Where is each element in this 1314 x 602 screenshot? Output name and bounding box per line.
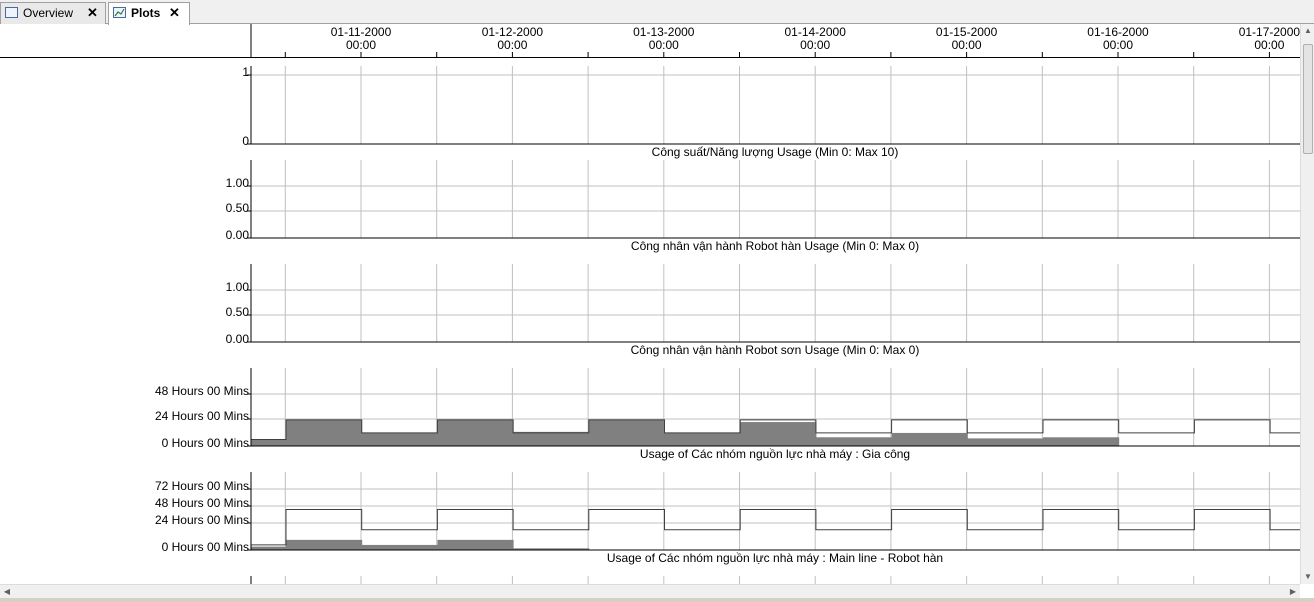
usage-bar bbox=[815, 437, 893, 446]
usage-bar bbox=[967, 438, 1044, 446]
usage-bar bbox=[361, 544, 438, 550]
y-tick-label: 0 Hours 00 Mins bbox=[161, 540, 249, 554]
plot-title: Công nhân vận hành Robot sơn Usage (Min … bbox=[630, 343, 920, 357]
horizontal-scrollbar[interactable]: ◀ ▶ bbox=[0, 584, 1300, 598]
scroll-right-icon[interactable]: ▶ bbox=[1286, 585, 1300, 599]
usage-bar bbox=[437, 539, 514, 550]
close-icon[interactable]: ✕ bbox=[169, 3, 180, 23]
plot-title: Công nhân vận hành Robot hàn Usage (Min … bbox=[630, 239, 920, 253]
y-tick-label: 1.00 bbox=[225, 280, 249, 294]
close-icon[interactable]: ✕ bbox=[87, 3, 98, 23]
usage-bar bbox=[286, 419, 363, 446]
usage-plot: 1.00 0.50 0.00 Công nhân vận hành Robot sơn… bbox=[0, 264, 1300, 368]
usage-bar bbox=[740, 422, 817, 446]
usage-bar bbox=[251, 439, 287, 446]
tab-plots[interactable]: Plots ✕ bbox=[108, 2, 190, 25]
status-strip bbox=[0, 598, 1314, 602]
y-tick-label: 0 Hours 00 Mins bbox=[161, 436, 249, 450]
usage-plot: 1 0 Công suất/Năng lượng Usage (Min 0: Max… bbox=[0, 65, 1300, 170]
y-tick-label: 24 Hours 00 Mins bbox=[154, 409, 249, 423]
chart-icon bbox=[113, 7, 126, 18]
y-tick-label: 0.00 bbox=[225, 332, 249, 346]
usage-plot: 1.00 0.50 0.00 Công nhân vận hành Robot hàn… bbox=[0, 160, 1300, 264]
capacity-line bbox=[251, 508, 1300, 546]
usage-bar bbox=[361, 432, 438, 446]
usage-plot: 48 Hours 00 Mins 24 Hours 00 Mins 0 Hours … bbox=[0, 368, 1300, 472]
y-tick-label: 1.00 bbox=[225, 176, 249, 190]
plot-title: Usage of Các nhóm nguồn lực nhà máy : Ma… bbox=[606, 551, 944, 565]
y-tick-label: 0 bbox=[242, 134, 249, 148]
y-tick-label: 48 Hours 00 Mins bbox=[154, 496, 249, 510]
y-tick-label: 72 Hours 00 Mins bbox=[154, 479, 249, 493]
plot-title: Usage of Các nhóm nguồn lực nhà máy : Gi… bbox=[639, 447, 911, 461]
scroll-up-icon[interactable]: ▲ bbox=[1301, 24, 1314, 38]
next-plot-stub bbox=[250, 576, 1270, 584]
y-tick-label: 0.50 bbox=[225, 201, 249, 215]
vertical-scrollbar[interactable]: ▲ ▼ bbox=[1300, 24, 1314, 584]
y-tick-label: 48 Hours 00 Mins bbox=[154, 384, 249, 398]
y-tick-label: 0.50 bbox=[225, 305, 249, 319]
usage-bar bbox=[588, 419, 665, 446]
y-tick-label: 1 bbox=[242, 65, 249, 79]
plot-canvas bbox=[247, 160, 1300, 239]
scroll-thumb[interactable] bbox=[1303, 44, 1313, 154]
plot-canvas bbox=[247, 264, 1300, 343]
plot-title: Công suất/Năng lượng Usage (Min 0: Max 1… bbox=[651, 145, 899, 159]
usage-bar bbox=[437, 419, 514, 446]
tab-overview-label: Overview bbox=[23, 6, 74, 20]
tab-plots-label: Plots bbox=[131, 6, 161, 20]
usage-bar bbox=[513, 431, 590, 446]
usage-plot: 72 Hours 00 Mins 48 Hours 00 Mins 24 Hours… bbox=[0, 472, 1300, 576]
plots-panel: 01-11-2000 00:00 01-12-2000 00:00 01-13-20… bbox=[0, 24, 1300, 584]
tab-overview[interactable]: Overview ✕ bbox=[0, 2, 106, 24]
y-tick-label: 0.00 bbox=[225, 228, 249, 242]
usage-bar bbox=[664, 432, 741, 446]
usage-bar bbox=[286, 539, 363, 550]
scroll-left-icon[interactable]: ◀ bbox=[0, 585, 14, 599]
time-axis-ticks bbox=[250, 24, 1270, 57]
tab-bar: Overview ✕ Plots ✕ bbox=[0, 0, 1314, 25]
y-tick-label: 24 Hours 00 Mins bbox=[154, 513, 249, 527]
scroll-down-icon[interactable]: ▼ bbox=[1301, 570, 1314, 584]
plot-canvas bbox=[247, 66, 1300, 145]
usage-bar bbox=[251, 546, 287, 550]
overview-icon bbox=[5, 7, 18, 18]
time-axis: 01-11-2000 00:00 01-12-2000 00:00 01-13-20… bbox=[0, 24, 1300, 58]
usage-bar bbox=[891, 432, 968, 446]
usage-bar bbox=[1043, 437, 1120, 446]
